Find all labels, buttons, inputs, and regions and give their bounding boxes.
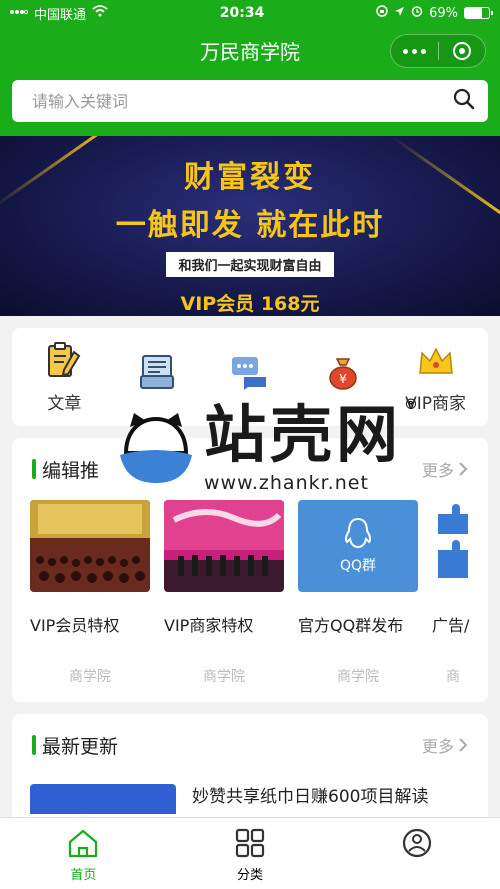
quick-link-money[interactable]: ¥ [297,353,389,401]
promo-banner[interactable]: 财富裂变 一触即发 就在此时 和我们一起实现财富自由 VIP会员 168元 [0,136,500,316]
newspaper-icon [137,353,177,393]
battery-percent: 69% [429,5,458,21]
quick-link-news[interactable] [111,353,203,401]
chat-bubbles-icon [230,353,270,393]
list-item[interactable]: QQ群 官方QQ群发布 商学院 [298,500,418,702]
article-thumbnail [432,500,474,592]
target-icon [452,42,471,60]
signal-icon [10,6,29,21]
banner-tagline: 和我们一起实现财富自由 [166,252,334,277]
quick-link-label: 文章 [47,393,82,414]
money-bag-icon: ¥ [323,353,363,393]
grid-icon [235,828,265,858]
article-category: 商学院 [203,669,245,685]
banner-price: VIP会员 168元 [180,293,320,315]
banner-decoration [391,136,500,219]
section-title: 最新更新 [32,732,118,759]
svg-text:¥: ¥ [339,372,347,386]
section-accent-bar [32,735,36,755]
more-link[interactable]: 更多 [422,733,468,757]
qq-penguin-icon [344,517,372,549]
nav-bar: 万民商学院 [0,26,500,74]
chevron-right-icon [459,462,468,476]
wifi-icon [92,5,108,21]
carrier-label: 中国联通 [34,7,87,23]
user-icon [402,828,431,858]
editor-picks-list[interactable]: VIP会员特权 商学院 VIP商家特权 商学院 QQ群 官方QQ群发布 商学院 … [12,500,488,702]
cat-logo-icon [120,413,192,483]
article-category: 商 [446,669,460,685]
banner-subheadline: 一触即发 就在此时 [115,208,385,243]
search-icon[interactable] [452,87,476,115]
tab-label: 分类 [237,868,264,883]
banner-headline: 财富裂变 [184,160,316,195]
tab-profile[interactable] [333,818,500,889]
qq-group-label: QQ群 [339,558,377,574]
bottom-tab-bar: 首页 分类 [0,817,500,889]
article-thumbnail [30,500,150,592]
close-miniprogram-button[interactable] [439,42,486,60]
search-box [12,80,488,122]
qq-group-thumbnail: QQ群 [298,500,418,592]
miniprogram-capsule [390,34,486,68]
watermark-url: www.zhankr.net [204,472,369,494]
tab-home[interactable]: 首页 [0,818,167,889]
article-title: VIP商家特权 [164,616,254,635]
search-input[interactable] [32,91,452,111]
tab-category[interactable]: 分类 [167,818,334,889]
more-link[interactable]: 更多 [422,457,468,481]
article-title: 广告/ [432,616,470,635]
quick-link-articles[interactable]: 文章 [18,341,110,414]
battery-icon [464,7,493,19]
tab-label: 首页 [70,868,97,883]
watermark-brand: 站壳网 ® [204,397,419,471]
article-category: 商学院 [337,669,379,685]
list-item[interactable]: VIP商家特权 商学院 [164,500,284,702]
article-category: 商学院 [69,669,111,685]
more-dots-icon [402,48,408,54]
status-bar: 中国联通 20:34 69% [0,0,500,26]
search-area [0,74,500,136]
watermark-logo: 站壳网 ® www.zhankr.net [118,397,419,494]
crown-icon [416,341,456,381]
page-title: 万民商学院 [200,39,300,64]
list-item[interactable]: 广告/ 商 [432,500,474,702]
article-title: 妙赞共享纸巾日赚600项目解读 [192,787,429,807]
list-item[interactable]: 妙赞共享纸巾日赚600项目解读 [12,776,488,814]
banner-decoration [0,136,109,209]
more-menu-button[interactable] [391,48,438,54]
section-accent-bar [32,459,36,479]
article-title: 官方QQ群发布 [298,616,404,635]
alarm-icon [411,5,423,21]
article-thumbnail [30,784,176,814]
article-title: VIP会员特权 [30,616,120,635]
latest-updates-card: 最新更新 更多 妙赞共享纸巾日赚600项目解读 [12,714,488,834]
section-title: 编辑推 [32,456,99,483]
quick-link-chat[interactable] [204,353,296,401]
lock-rotation-icon [376,5,388,21]
list-item[interactable]: VIP会员特权 商学院 [30,500,150,702]
home-icon [69,829,98,858]
document-pen-icon [44,341,84,381]
location-icon [394,6,405,21]
chevron-right-icon [459,738,468,752]
registered-mark: ® [404,397,419,413]
article-thumbnail [164,500,284,592]
clock: 20:34 [219,5,265,21]
